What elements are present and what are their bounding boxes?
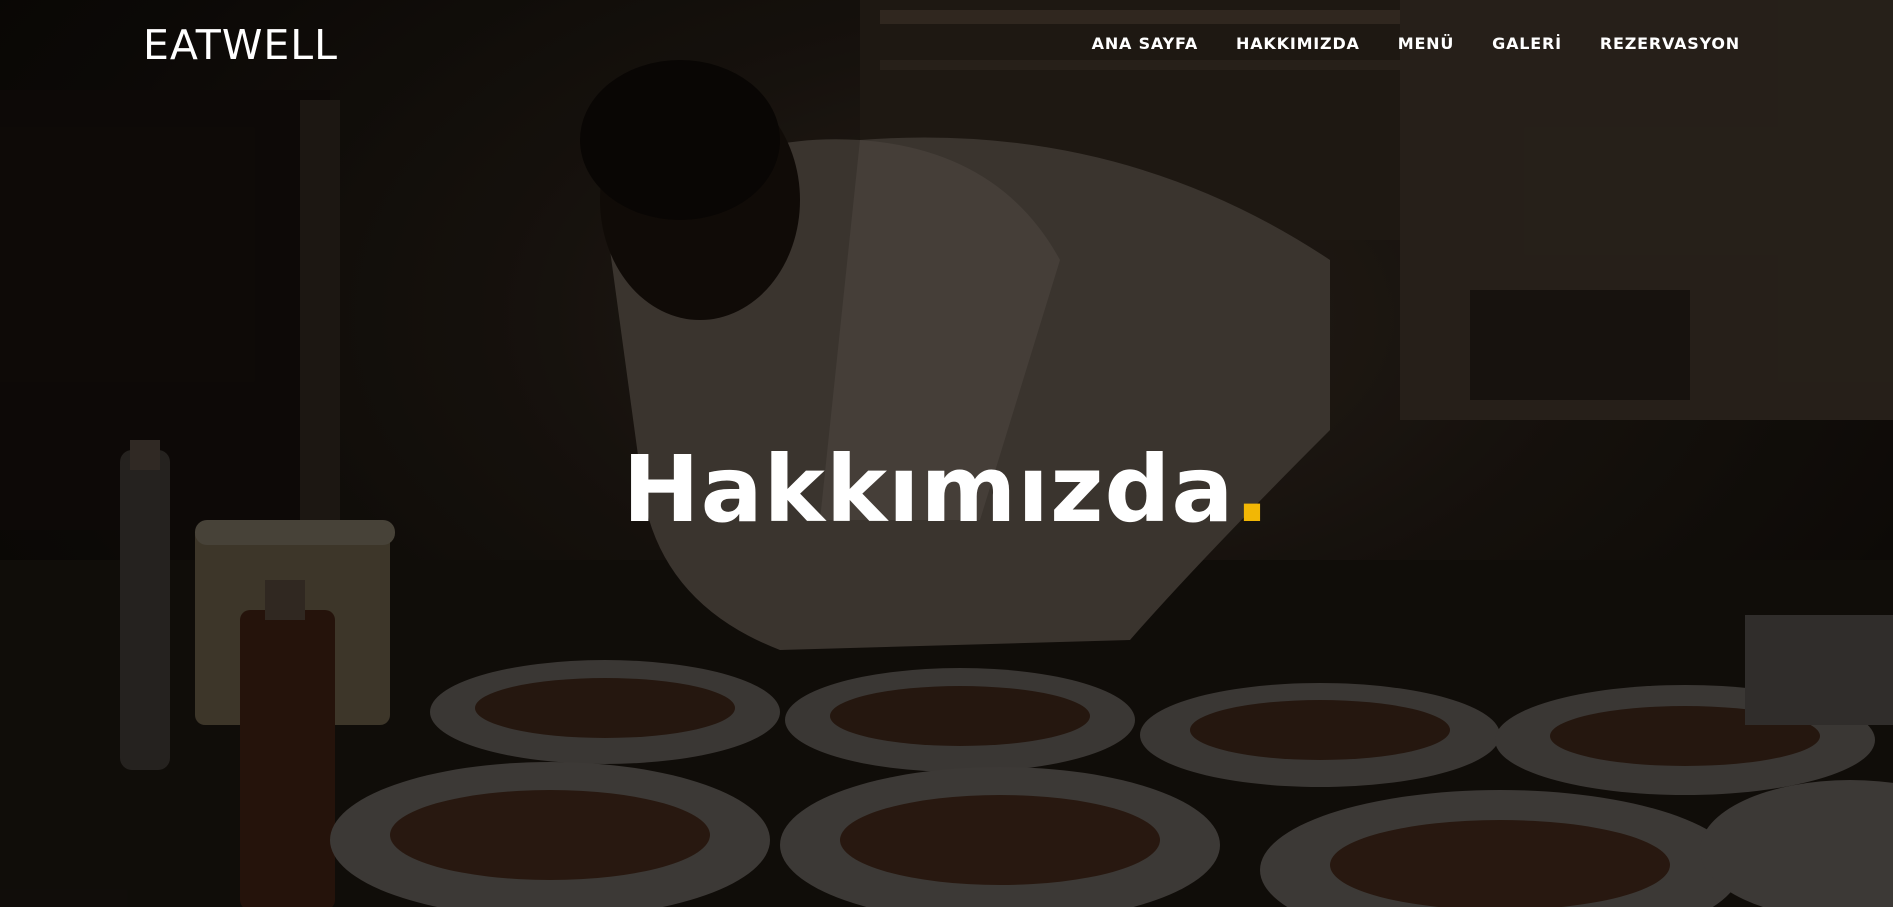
main-nav: ANA SAYFA HAKKIMIZDA MENÜ GALERİ REZERVA…	[1073, 33, 1740, 55]
nav-item-ana-sayfa[interactable]: ANA SAYFA	[1073, 33, 1217, 55]
nav-item-menu[interactable]: MENÜ	[1379, 33, 1473, 55]
page-title-text: Hakkımızda	[622, 436, 1235, 543]
nav-item-rezervasyon[interactable]: REZERVASYON	[1581, 33, 1740, 55]
nav-item-hakkimizda[interactable]: HAKKIMIZDA	[1217, 33, 1379, 55]
page-title: Hakkımızda.	[0, 440, 1893, 540]
hero-section: EATWELL ANA SAYFA HAKKIMIZDA MENÜ GALERİ…	[0, 0, 1893, 907]
nav-item-galeri[interactable]: GALERİ	[1473, 33, 1581, 55]
site-logo[interactable]: EATWELL	[143, 22, 338, 68]
title-accent-dot: .	[1234, 436, 1271, 543]
site-header: EATWELL ANA SAYFA HAKKIMIZDA MENÜ GALERİ…	[0, 0, 1893, 90]
